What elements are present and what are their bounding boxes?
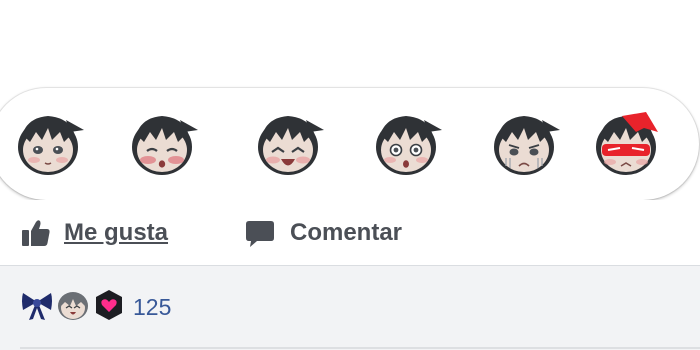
post-actions-bar: Me gusta Comentar	[0, 200, 700, 266]
reaction-wow-icon[interactable]	[366, 102, 446, 182]
like-button[interactable]: Me gusta	[20, 216, 168, 250]
divider	[20, 347, 700, 349]
reaction-sad-icon[interactable]	[484, 102, 564, 182]
heart-badge-icon	[92, 288, 126, 322]
thumbs-up-icon	[20, 217, 52, 249]
reactions-summary: 125	[0, 266, 700, 350]
reaction-angry-icon[interactable]	[586, 102, 666, 182]
reaction-icons-group[interactable]	[20, 288, 128, 324]
reaction-haha-icon[interactable]	[248, 102, 328, 182]
chibi-face-icon	[56, 288, 90, 322]
like-label: Me gusta	[64, 219, 169, 246]
reaction-count[interactable]: 125	[133, 294, 171, 321]
reaction-picker	[0, 88, 699, 200]
speech-bubble-icon	[244, 217, 276, 249]
reaction-love-icon[interactable]	[122, 102, 202, 182]
reaction-like-icon[interactable]	[8, 102, 88, 182]
comment-button[interactable]: Comentar	[244, 216, 402, 250]
bow-icon	[20, 288, 54, 322]
comment-label: Comentar	[290, 219, 403, 246]
